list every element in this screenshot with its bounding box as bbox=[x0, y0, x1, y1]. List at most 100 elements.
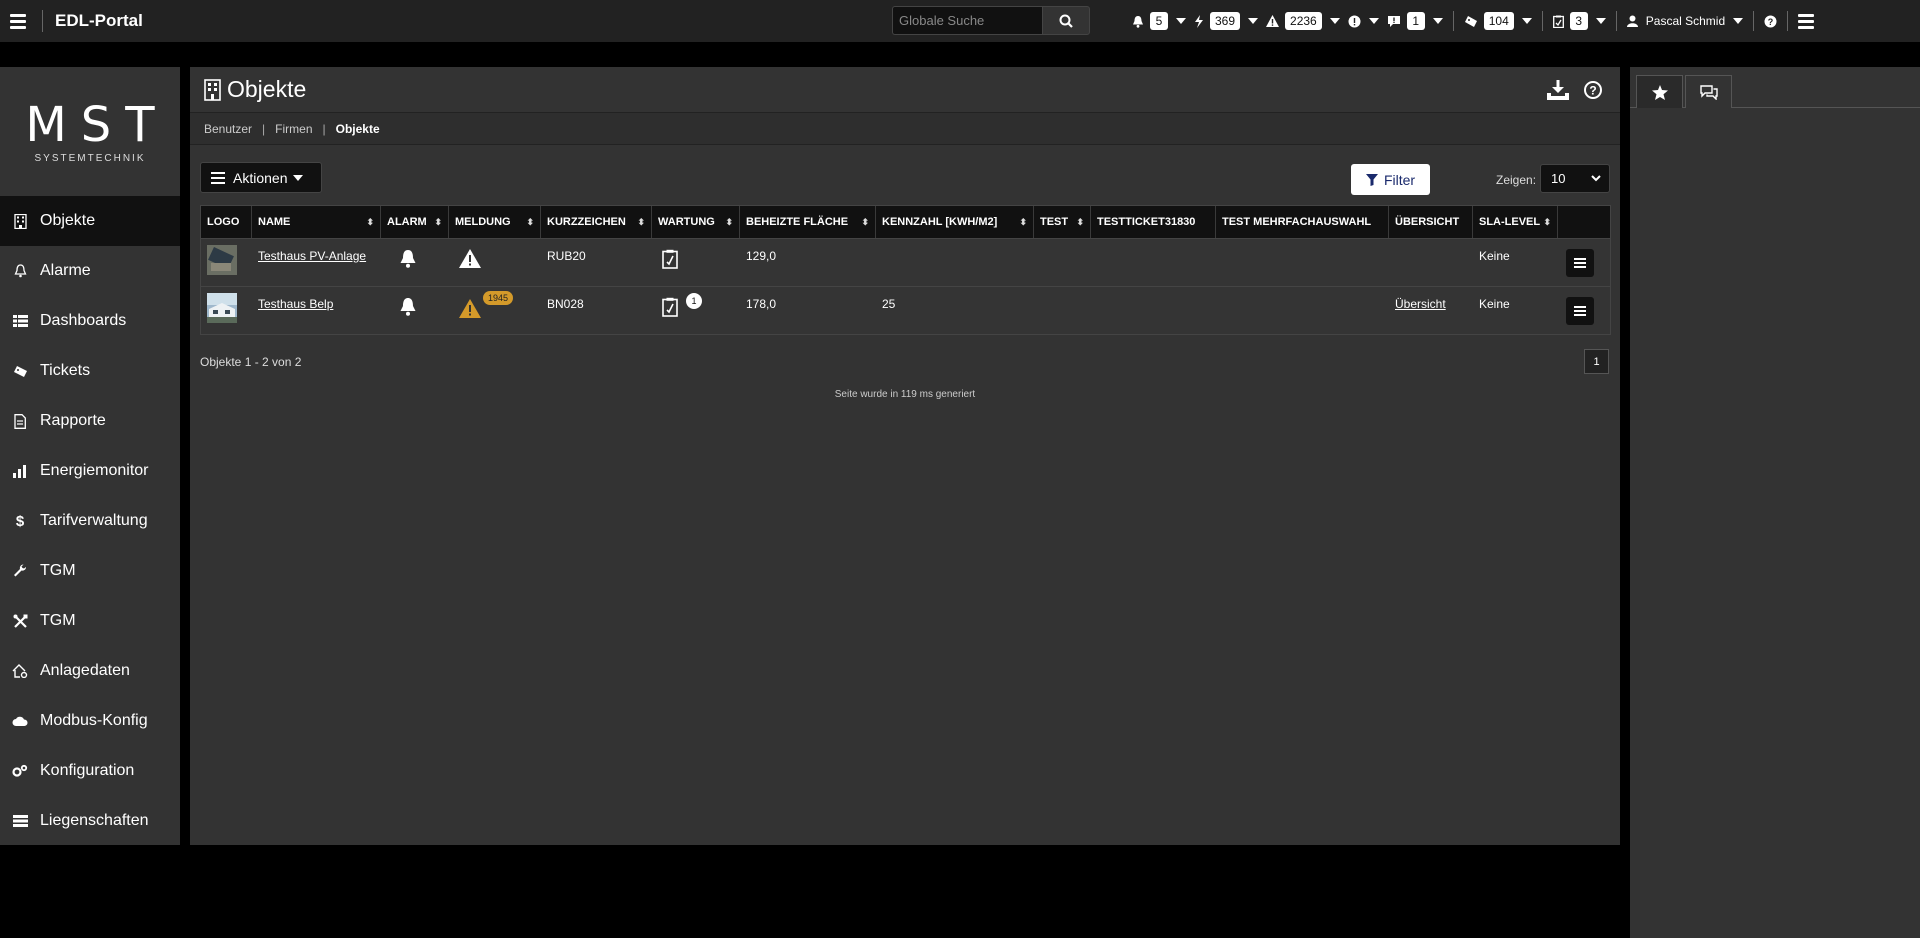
alarm-indicator[interactable]: 5 bbox=[1128, 0, 1190, 42]
clipboard-icon[interactable] bbox=[662, 297, 678, 317]
sidebar-item-alarme[interactable]: Alarme bbox=[0, 246, 180, 296]
dashboard-icon bbox=[12, 313, 28, 329]
chevron-down-icon bbox=[1591, 175, 1601, 182]
tab-favorites[interactable] bbox=[1636, 75, 1683, 108]
column-beheizte-flaeche[interactable]: BEHEIZTE FLÄCHE ⬍ bbox=[740, 206, 876, 238]
actions-label: Aktionen bbox=[233, 169, 288, 186]
cell-name: Testhaus Belp bbox=[252, 287, 381, 334]
top-bar: EDL-Portal 5 369 2236 1 bbox=[0, 0, 1920, 42]
column-kennzahl[interactable]: KENNZAHL [KWH/M2] ⬍ bbox=[876, 206, 1034, 238]
column-label: LOGO bbox=[207, 216, 240, 228]
maintenance-count-badge: 3 bbox=[1569, 12, 1588, 30]
row-menu-button[interactable] bbox=[1566, 297, 1594, 325]
sidebar-item-konfiguration[interactable]: Konfiguration bbox=[0, 746, 180, 796]
row-menu-button[interactable] bbox=[1566, 249, 1594, 277]
exclamation-indicator[interactable] bbox=[1344, 0, 1383, 42]
cell-beheizte-flaeche: 129,0 bbox=[746, 249, 777, 263]
cell-testticket bbox=[1091, 239, 1216, 286]
column-meldung[interactable]: MELDUNG ⬍ bbox=[449, 206, 541, 238]
sort-icon: ⬍ bbox=[861, 216, 869, 227]
column-test-mehrfachauswahl: TEST MEHRFACHAUSWAHL bbox=[1216, 206, 1389, 238]
object-thumbnail[interactable] bbox=[207, 293, 237, 323]
star-icon bbox=[1651, 84, 1668, 100]
sidebar-item-tarifverwaltung[interactable]: $ Tarifverwaltung bbox=[0, 496, 180, 546]
house-gear-icon bbox=[12, 663, 28, 679]
cell-test-mehrfachauswahl bbox=[1216, 239, 1389, 286]
sort-icon: ⬍ bbox=[434, 216, 442, 227]
sidebar-item-objekte[interactable]: Objekte bbox=[0, 196, 180, 246]
right-menu-toggle-icon[interactable] bbox=[1798, 10, 1820, 32]
sidebar-item-rapporte[interactable]: Rapporte bbox=[0, 396, 180, 446]
column-name[interactable]: NAME ⬍ bbox=[252, 206, 381, 238]
warning-icon[interactable] bbox=[459, 299, 481, 318]
divider bbox=[1541, 11, 1543, 31]
cell-uebersicht bbox=[1389, 239, 1473, 286]
main-content: Objekte ? Benutzer | Firmen | Objekte Ak… bbox=[190, 67, 1620, 845]
cell-sla-level: Keine bbox=[1479, 297, 1510, 311]
sidebar-item-tickets[interactable]: Tickets bbox=[0, 346, 180, 396]
bell-icon[interactable] bbox=[399, 249, 417, 269]
column-alarm[interactable]: ALARM ⬍ bbox=[381, 206, 449, 238]
user-name: Pascal Schmid bbox=[1645, 14, 1726, 28]
sidebar-item-label: Alarme bbox=[40, 262, 91, 279]
help-icon: ? bbox=[1764, 15, 1777, 27]
cell-beheizte-flaeche: 178,0 bbox=[746, 297, 777, 311]
object-name-link[interactable]: Testhaus PV-Anlage bbox=[258, 249, 366, 263]
breadcrumb-objekte: Objekte bbox=[335, 121, 380, 136]
page-button[interactable]: 1 bbox=[1584, 349, 1609, 374]
bar-chart-icon bbox=[12, 463, 28, 479]
tab-comments[interactable] bbox=[1685, 75, 1732, 108]
maintenance-indicator[interactable]: 3 bbox=[1549, 0, 1610, 42]
column-wartung[interactable]: WARTUNG ⬍ bbox=[652, 206, 740, 238]
brand-title[interactable]: EDL-Portal bbox=[42, 10, 143, 32]
sidebar-item-modbus-konfig[interactable]: Modbus-Konfig bbox=[0, 696, 180, 746]
clipboard-icon[interactable] bbox=[662, 249, 678, 269]
page-size-select[interactable]: 10 bbox=[1540, 164, 1610, 193]
page-title: Objekte bbox=[227, 76, 307, 102]
search-button[interactable] bbox=[1042, 6, 1090, 35]
breadcrumb-separator: | bbox=[262, 121, 266, 136]
sidebar-item-label: Dashboards bbox=[40, 312, 127, 329]
sidebar-item-label: Anlagedaten bbox=[40, 662, 130, 679]
filter-button[interactable]: Filter bbox=[1351, 164, 1430, 195]
user-menu[interactable]: Pascal Schmid bbox=[1623, 0, 1747, 42]
object-name-link[interactable]: Testhaus Belp bbox=[258, 297, 333, 311]
column-sla-level[interactable]: SLA-LEVEL ⬍ bbox=[1473, 206, 1558, 238]
warning-icon bbox=[1266, 15, 1280, 27]
actions-button[interactable]: Aktionen bbox=[200, 162, 322, 193]
sidebar-item-liegenschaften[interactable]: Liegenschaften bbox=[0, 796, 180, 846]
column-label: WARTUNG bbox=[658, 216, 715, 228]
company-logo[interactable]: MST SYSTEMTECHNIK bbox=[0, 67, 180, 196]
sidebar-item-tgm[interactable]: TGM bbox=[0, 546, 180, 596]
sidebar-item-dashboards[interactable]: Dashboards bbox=[0, 296, 180, 346]
bell-icon[interactable] bbox=[399, 297, 417, 317]
chevron-down-icon bbox=[1176, 18, 1186, 24]
cell-testticket bbox=[1091, 287, 1216, 334]
download-icon[interactable] bbox=[1546, 79, 1570, 101]
bolt-icon bbox=[1195, 14, 1203, 28]
uebersicht-link[interactable]: Übersicht bbox=[1395, 297, 1446, 311]
column-kurzzeichen[interactable]: KURZZEICHEN ⬍ bbox=[541, 206, 652, 238]
column-label: NAME bbox=[258, 216, 291, 228]
sidebar-item-anlagedaten[interactable]: Anlagedaten bbox=[0, 646, 180, 696]
ticket-icon bbox=[1464, 15, 1477, 27]
column-test[interactable]: TEST ⬍ bbox=[1034, 206, 1091, 238]
ticket-indicator[interactable]: 104 bbox=[1460, 0, 1536, 42]
help-icon[interactable]: ? bbox=[1584, 81, 1602, 99]
warning-icon[interactable] bbox=[459, 249, 481, 268]
global-search-input[interactable] bbox=[892, 6, 1042, 35]
sidebar-item-tgm-tools[interactable]: TGM bbox=[0, 596, 180, 646]
help-button[interactable]: ? bbox=[1760, 0, 1781, 42]
energy-indicator[interactable]: 369 bbox=[1190, 0, 1262, 42]
breadcrumb-benutzer[interactable]: Benutzer bbox=[204, 122, 252, 136]
object-thumbnail[interactable] bbox=[207, 245, 237, 275]
generation-time: Seite wurde in 119 ms generiert bbox=[834, 389, 976, 400]
message-indicator[interactable]: 1 bbox=[1383, 0, 1447, 42]
breadcrumb-firmen[interactable]: Firmen bbox=[275, 122, 312, 136]
chevron-down-icon bbox=[1248, 18, 1259, 24]
pagination-info: Objekte 1 - 2 von 2 bbox=[200, 355, 302, 369]
menu-toggle-icon[interactable] bbox=[10, 10, 32, 32]
sidebar-item-energiemonitor[interactable]: Energiemonitor bbox=[0, 446, 180, 496]
divider bbox=[1615, 11, 1617, 31]
warning-indicator[interactable]: 2236 bbox=[1262, 0, 1344, 42]
